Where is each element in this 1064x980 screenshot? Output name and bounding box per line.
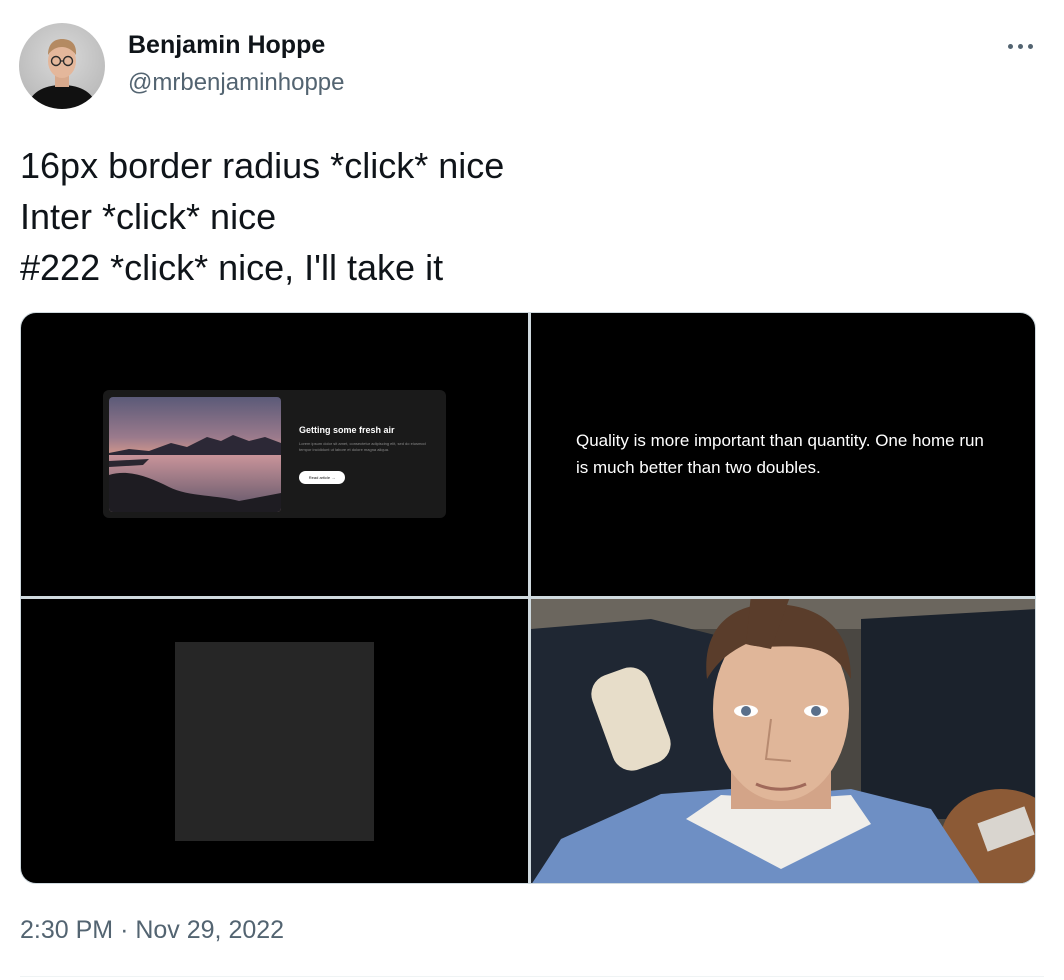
avatar[interactable] — [19, 23, 105, 109]
landscape-image — [109, 397, 281, 512]
media-item-card-preview[interactable]: Getting some fresh air Lorem ipsum dolor… — [21, 313, 528, 596]
media-grid: Getting some fresh air Lorem ipsum dolor… — [20, 312, 1036, 884]
media-item-video-frame[interactable] — [531, 599, 1035, 883]
media-item-gray-square[interactable] — [21, 599, 528, 883]
tweet-timestamp[interactable]: 2:30 PM · Nov 29, 2022 — [20, 916, 284, 945]
tweet-date: Nov 29, 2022 — [135, 916, 285, 944]
read-article-button: Read article → — [299, 471, 345, 484]
more-horizontal-icon-dot — [1017, 43, 1023, 49]
tweet-line: Inter *click* nice — [20, 196, 277, 237]
tweet-text: 16px border radius *click* nice Inter *c… — [20, 140, 504, 293]
gray-square — [175, 642, 374, 841]
timestamp-separator: · — [120, 916, 129, 944]
quote-text: Quality is more important than quantity.… — [576, 431, 984, 477]
divider — [20, 976, 1044, 977]
article-card-description: Lorem ipsum dolor sit amet, consectetur … — [299, 441, 426, 452]
media-item-quote[interactable]: Quality is more important than quantity.… — [531, 313, 1035, 596]
more-horizontal-icon-dot — [1027, 43, 1033, 49]
tweet-line: #222 *click* nice, I'll take it — [20, 247, 444, 288]
tweet: Benjamin Hoppe @mrbenjaminhoppe 16px bor… — [0, 0, 1064, 980]
avatar-photo — [27, 39, 97, 109]
more-horizontal-icon — [1007, 43, 1013, 49]
article-card-title: Getting some fresh air — [299, 425, 395, 435]
author-handle[interactable]: @mrbenjaminhoppe — [128, 69, 344, 97]
tweet-line: 16px border radius *click* nice — [20, 145, 505, 186]
author-name[interactable]: Benjamin Hoppe — [128, 31, 325, 60]
tweet-time: 2:30 PM — [20, 916, 114, 944]
article-card: Getting some fresh air Lorem ipsum dolor… — [103, 390, 446, 518]
person-photo — [531, 599, 1035, 883]
more-options-button[interactable] — [996, 28, 1044, 64]
